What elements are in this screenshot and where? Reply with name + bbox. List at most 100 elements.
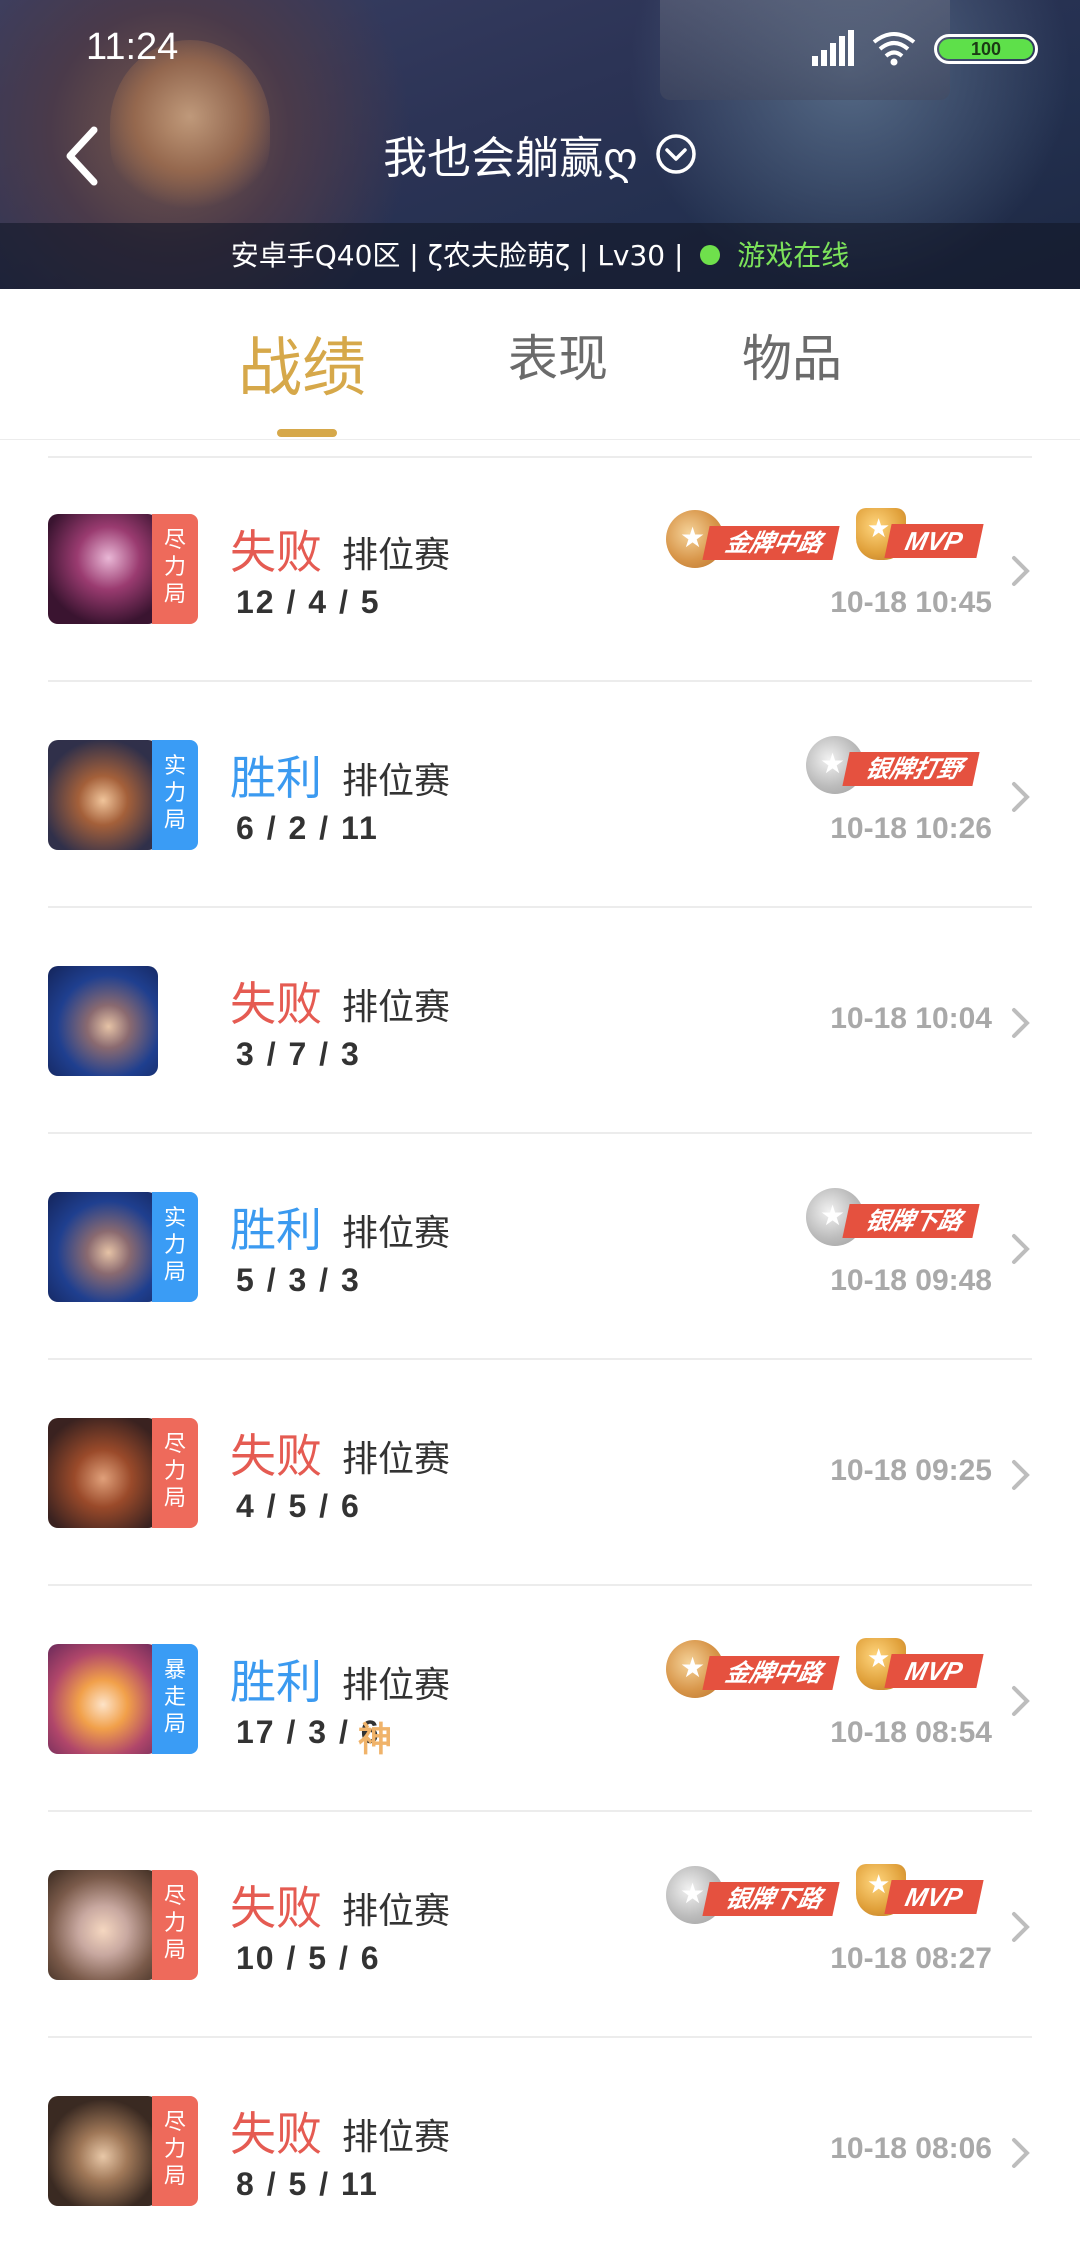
- chevron-right-icon: [1012, 1234, 1030, 1264]
- kda: 6 / 2 / 11: [236, 810, 379, 846]
- match-time: 10-18 10:45: [830, 586, 992, 619]
- row-divider: [48, 680, 1032, 682]
- medal-label: 银牌下路: [842, 1204, 980, 1238]
- kda: 8 / 5 / 11: [236, 2166, 379, 2202]
- match-result: 失败: [230, 525, 322, 579]
- battery-icon: 100: [934, 34, 1038, 64]
- kda: 10 / 5 / 6: [236, 1940, 381, 1976]
- hero-avatar: [48, 740, 158, 850]
- match-mode: 排位赛: [342, 535, 451, 576]
- match-result: 失败: [230, 1429, 322, 1483]
- chevron-right-icon: [1012, 1686, 1030, 1716]
- hero-avatar: [48, 966, 158, 1076]
- row-divider: [48, 1810, 1032, 1812]
- hero-avatar: [48, 1870, 158, 1980]
- match-time: 10-18 10:26: [830, 812, 992, 845]
- row-divider: [48, 2036, 1032, 2038]
- signal-icon: [812, 30, 854, 66]
- match-mode: 排位赛: [342, 761, 451, 802]
- mvp-label: MVP: [884, 1654, 984, 1688]
- god-mark: 神: [358, 1720, 392, 1760]
- match-time: 10-18 08:06: [830, 2132, 992, 2165]
- kda: 5 / 3 / 3: [236, 1262, 361, 1298]
- match-mode: 排位赛: [342, 1439, 451, 1480]
- performance-tag: 尽力局: [152, 1870, 198, 1980]
- match-time: 10-18 09:25: [830, 1454, 992, 1487]
- chevron-right-icon: [1012, 2138, 1030, 2168]
- active-tab-indicator: [277, 429, 337, 437]
- page-title[interactable]: 我也会躺赢ღ: [383, 122, 638, 186]
- match-row[interactable]: 尽力局 失败 排位赛 12 / 4 / 5 ★ 金牌中路 ★ MVP 10-18…: [0, 458, 1080, 682]
- match-time: 10-18 08:27: [830, 1942, 992, 1975]
- match-mode: 排位赛: [342, 1213, 451, 1254]
- match-result: 失败: [230, 2107, 322, 2161]
- tab-performance[interactable]: 表现: [508, 319, 608, 391]
- match-time: 10-18 10:04: [830, 1002, 992, 1035]
- match-mode: 排位赛: [342, 1665, 451, 1706]
- performance-tag: 实力局: [152, 1192, 198, 1302]
- row-divider: [48, 906, 1032, 908]
- kda: 3 / 7 / 3: [236, 1036, 361, 1072]
- mvp-badge: ★ MVP: [852, 1864, 984, 1926]
- status-icons: 100: [798, 30, 1038, 70]
- medal-label: 银牌打野: [842, 752, 980, 786]
- online-status-text: 游戏在线: [737, 239, 850, 272]
- match-result: 胜利: [230, 1655, 322, 1709]
- match-row[interactable]: 失败 排位赛 3 / 7 / 3 10-18 10:04: [0, 910, 1080, 1134]
- chevron-right-icon: [1012, 556, 1030, 586]
- medal-label: 金牌中路: [702, 526, 840, 560]
- match-row[interactable]: 尽力局 失败 排位赛 4 / 5 / 6 10-18 09:25: [0, 1362, 1080, 1586]
- tab-record[interactable]: 战绩: [238, 317, 366, 409]
- match-row[interactable]: 实力局 胜利 排位赛 6 / 2 / 11 ★ 银牌打野 10-18 10:26: [0, 684, 1080, 908]
- chevron-right-icon: [1012, 782, 1030, 812]
- match-result: 胜利: [230, 751, 322, 805]
- mvp-label: MVP: [884, 1880, 984, 1914]
- kda: 4 / 5 / 6: [236, 1488, 361, 1524]
- profile-header: 11:24 100 我也会躺赢ღ 安卓手Q40区 | ζ农夫脸萌ζ | Lv30…: [0, 0, 1080, 289]
- match-result: 胜利: [230, 1203, 322, 1257]
- row-divider: [48, 1584, 1032, 1586]
- wifi-icon: [872, 32, 916, 66]
- tab-bar: 战绩 表现 物品: [0, 289, 1080, 440]
- tab-items[interactable]: 物品: [742, 319, 842, 391]
- medal-label: 金牌中路: [702, 1656, 840, 1690]
- mvp-badge: ★ MVP: [852, 1638, 984, 1700]
- match-mode: 排位赛: [342, 987, 451, 1028]
- player-info-bar: 安卓手Q40区 | ζ农夫脸萌ζ | Lv30 | 游戏在线: [0, 223, 1080, 289]
- hero-avatar: [48, 1192, 158, 1302]
- match-mode: 排位赛: [342, 2117, 451, 2158]
- row-divider: [48, 1132, 1032, 1134]
- chevron-down-circle-icon[interactable]: [655, 133, 697, 175]
- performance-tag: 尽力局: [152, 1418, 198, 1528]
- match-row[interactable]: 尽力局 失败 排位赛 8 / 5 / 11 10-18 08:06: [0, 2040, 1080, 2264]
- status-bar: 11:24 100: [0, 0, 1080, 96]
- title-area[interactable]: 我也会躺赢ღ: [0, 122, 1080, 192]
- battery-level: 100: [939, 39, 1033, 59]
- performance-tag: 实力局: [152, 740, 198, 850]
- match-row[interactable]: 实力局 胜利 排位赛 5 / 3 / 3 ★ 银牌下路 10-18 09:48: [0, 1136, 1080, 1360]
- match-time: 10-18 09:48: [830, 1264, 992, 1297]
- performance-tag: 尽力局: [152, 2096, 198, 2206]
- player-info-text: 安卓手Q40区 | ζ农夫脸萌ζ | Lv30 |: [230, 239, 684, 272]
- performance-tag: 暴走局: [152, 1644, 198, 1754]
- hero-avatar: [48, 514, 158, 624]
- mvp-label: MVP: [884, 524, 984, 558]
- row-divider: [48, 1358, 1032, 1360]
- match-row[interactable]: 尽力局 失败 排位赛 10 / 5 / 6 ★ 银牌下路 ★ MVP 10-18…: [0, 1814, 1080, 2038]
- kda: 12 / 4 / 5: [236, 584, 381, 620]
- chevron-right-icon: [1012, 1912, 1030, 1942]
- match-mode: 排位赛: [342, 1891, 451, 1932]
- online-status-dot: [700, 245, 721, 265]
- hero-avatar: [48, 2096, 158, 2206]
- match-row[interactable]: 暴走局 胜利 排位赛 17 / 3 / 6 神 ★ 金牌中路 ★ MVP 10-…: [0, 1588, 1080, 1812]
- chevron-right-icon: [1012, 1460, 1030, 1490]
- chevron-right-icon: [1012, 1008, 1030, 1038]
- match-time: 10-18 08:54: [830, 1716, 992, 1749]
- hero-avatar: [48, 1644, 158, 1754]
- performance-tag: 尽力局: [152, 514, 198, 624]
- mvp-badge: ★ MVP: [852, 508, 984, 570]
- status-time: 11:24: [86, 26, 179, 68]
- match-result: 失败: [230, 977, 322, 1031]
- medal-label: 银牌下路: [702, 1882, 840, 1916]
- hero-avatar: [48, 1418, 158, 1528]
